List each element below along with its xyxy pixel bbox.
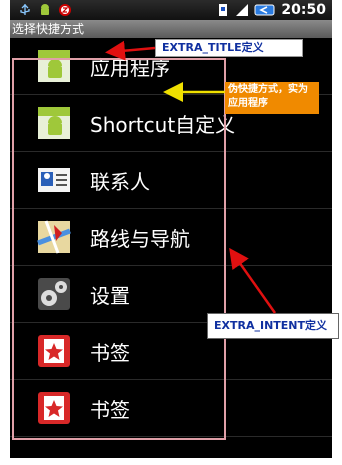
- annotation-extra-intent: EXTRA_INTENT定义: [207, 313, 339, 339]
- phone-screen: 20:50 选择快捷方式 应用程序 Shortcut自定义 联系人 路线与导航 …: [10, 0, 332, 458]
- sim-icon: [219, 4, 228, 16]
- clock: 20:50: [281, 2, 326, 18]
- list-item-bookmarks-2[interactable]: 书签: [10, 380, 332, 437]
- list-item-label: 设置: [90, 283, 130, 308]
- status-bar: 20:50: [10, 0, 332, 20]
- dialog-title: 选择快捷方式: [10, 20, 332, 38]
- map-navigation-icon: [37, 220, 71, 254]
- signal-icon: [236, 4, 249, 16]
- android-app-icon: [38, 50, 70, 82]
- android-app-icon: [38, 107, 70, 139]
- contact-card-icon: [38, 168, 70, 192]
- list-item-label: 联系人: [90, 169, 150, 194]
- android-debug-icon: [41, 4, 49, 15]
- settings-gear-icon: [38, 278, 70, 310]
- battery-icon: [254, 4, 275, 16]
- list-item-label: 路线与导航: [90, 226, 190, 251]
- usb-icon: [20, 4, 30, 15]
- annotation-extra-title: EXTRA_TITLE定义: [155, 39, 303, 57]
- list-item-label: 书签: [90, 340, 130, 365]
- bookmark-star-icon: [38, 392, 70, 424]
- list-item-navigation[interactable]: 路线与导航: [10, 209, 332, 266]
- annotation-fake-shortcut: 伪快捷方式，实为应用程序: [225, 82, 319, 114]
- list-item-label: 书签: [90, 397, 130, 422]
- list-item-label: Shortcut自定义: [90, 112, 236, 137]
- bookmark-star-icon: [38, 335, 70, 367]
- alarm-icon: [59, 4, 71, 16]
- list-item-contacts[interactable]: 联系人: [10, 152, 332, 209]
